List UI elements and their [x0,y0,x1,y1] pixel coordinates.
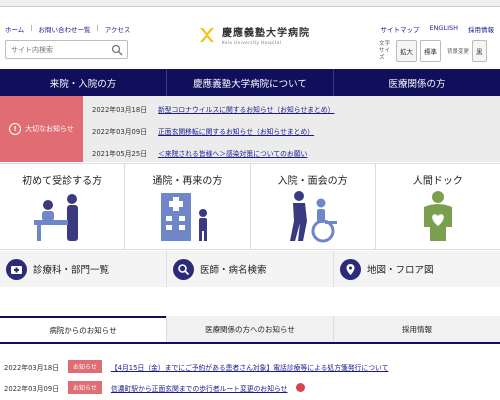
tile-first-visit[interactable]: 初めて受診する方 [0,164,126,249]
top-bar [0,0,500,7]
quick-link-departments[interactable]: 診療科・部門一覧 [0,251,167,287]
tile-health-checkup[interactable]: 人間ドック [375,164,500,249]
news-badge: お知らせ [68,360,102,373]
background-black-button[interactable]: 黒 [472,40,487,62]
notice-link[interactable]: 正面玄関移転に関するお知らせ（お知らせまとめ） [158,126,314,136]
news-tabs: 病院からのお知らせ 医療関係の方へのお知らせ 採用情報 [0,316,500,344]
background-change-control: 背景変更 黒 [447,40,487,62]
pdf-icon [296,383,306,392]
search-icon[interactable] [111,44,123,56]
quick-links: 診療科・部門一覧 医師・病名検索 地図・フロア図 [0,251,500,287]
tile-title: 初めて受診する方 [22,176,103,187]
english-link[interactable]: ENGLISH [429,24,458,34]
separator: | [96,24,99,32]
heart-checkup-icon [423,191,452,241]
tile-title: 入院・面会の方 [277,176,348,187]
news-link[interactable]: 【4月15日（金）までにご予約がある患者さん対象】電話診療等による処方箋発行につ… [111,362,389,372]
quick-link-map[interactable]: 地図・フロア図 [334,251,500,287]
visitor-tiles: 初めて受診する方 通院・再来の方 入院・面会の方 人間ドック [0,163,500,250]
search-icon [173,258,194,280]
notice-link[interactable]: ＜来院される皆様へ＞感染対策についてのお願い [158,148,307,158]
header-right-links: サイトマップ ENGLISH 採用情報 [380,24,494,34]
background-change-label: 背景変更 [447,49,470,55]
pen-crest-icon [200,27,214,42]
search-input[interactable] [6,41,106,58]
reception-desk-icon [34,194,79,241]
tab-recruitment[interactable]: 採用情報 [333,316,500,342]
font-size-control: 文字 サイズ 拡大 標準 背景変更 黒 [379,40,487,62]
news-badge: お知らせ [68,381,102,394]
utility-link-contact[interactable]: お問い合わせ一覧 [39,24,91,34]
quick-link-label: 地図・フロア図 [367,265,434,276]
notice-row: 2022年03月09日 正面玄関移転に関するお知らせ（お知らせまとめ） [92,126,314,136]
map-pin-icon [340,258,361,280]
wheelchair-visit-icon [289,191,337,243]
utility-link-access[interactable]: アクセス [105,24,131,34]
nav-item-visitors[interactable]: 来院・入院の方 [0,69,167,96]
medical-kit-icon [6,258,27,280]
recruit-link[interactable]: 採用情報 [468,24,494,34]
tile-return-visit[interactable]: 通院・再来の方 [125,164,251,249]
tab-hospital-news[interactable]: 病院からのお知らせ [0,316,166,342]
hospital-name: 慶應義塾大学病院 [222,28,310,39]
tile-title: 通院・再来の方 [152,176,223,187]
nav-item-medical-professionals[interactable]: 医療関係の方 [334,69,500,96]
utility-link-home[interactable]: ホーム [5,24,24,34]
news-item: 2022年03月09日 お知らせ 信濃町駅から正面玄関までの歩行者ルート変更のお… [4,381,306,394]
notice-date: 2022年03月18日 [92,106,147,114]
global-nav: 来院・入院の方 慶應義塾大学病院について 医療関係の方 [0,69,500,96]
important-notice: ! 大切なお知らせ 2022年03月18日 新型コロナウイルスに関するお知らせ（… [0,96,500,162]
news-date: 2022年03月18日 [4,363,59,372]
hospital-logo[interactable]: 慶應義塾大学病院 Keio University Hospital [198,24,310,45]
news-date: 2022年03月09日 [4,384,59,393]
tab-professional-news[interactable]: 医療関係の方へのお知らせ [166,316,333,342]
news-link[interactable]: 信濃町駅から正面玄関までの歩行者ルート変更のお知らせ [111,383,288,393]
hospital-name-english: Keio University Hospital [222,40,282,45]
quick-link-label: 診療科・部門一覧 [33,265,110,276]
notice-row: 2022年03月18日 新型コロナウイルスに関するお知らせ（お知らせまとめ） [92,104,334,114]
separator: | [30,24,33,32]
notice-link[interactable]: 新型コロナウイルスに関するお知らせ（お知らせまとめ） [158,104,334,114]
exclamation-icon: ! [9,123,22,135]
font-standard-button[interactable]: 標準 [420,40,441,62]
news-item: 2022年03月18日 お知らせ 【4月15日（金）までにご予約がある患者さん対… [4,360,388,373]
notice-date: 2022年03月09日 [92,128,147,136]
notice-row: 2021年05月25日 ＜来院される皆様へ＞感染対策についてのお願い [92,148,307,158]
important-notice-label: ! 大切なお知らせ [0,96,83,162]
notice-date: 2021年05月25日 [92,150,147,158]
font-enlarge-button[interactable]: 拡大 [396,40,417,62]
quick-link-label: 医師・病名検索 [200,265,267,276]
quick-link-doctor-search[interactable]: 医師・病名検索 [167,251,334,287]
tile-title: 人間ドック [412,176,463,187]
site-search [5,40,128,59]
nav-item-about[interactable]: 慶應義塾大学病院について [167,69,334,96]
sitemap-link[interactable]: サイトマップ [380,24,419,34]
font-size-label: 文字 サイズ [379,40,391,61]
hospital-building-icon [161,193,208,241]
utility-links: ホーム | お問い合わせ一覧 | アクセス [5,24,130,34]
tile-inpatient-visit[interactable]: 入院・面会の方 [250,164,376,249]
